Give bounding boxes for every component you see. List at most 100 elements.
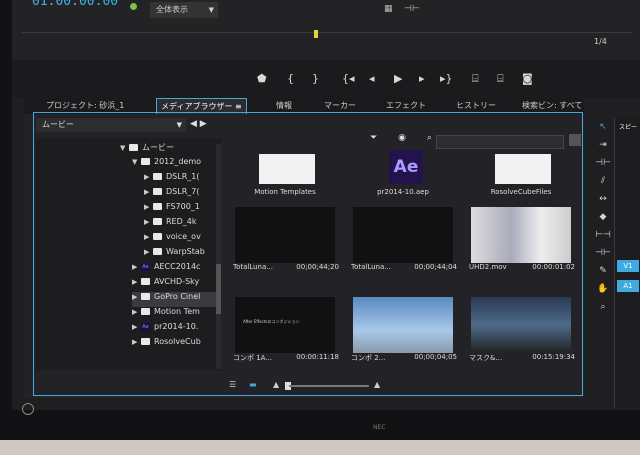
collapse-triangle-icon[interactable]: ▶ — [132, 293, 141, 301]
step-back-icon[interactable]: ◂ — [369, 72, 375, 85]
add-marker-icon[interactable]: ⬟ — [257, 72, 267, 85]
collapse-triangle-icon[interactable]: ▶ — [132, 263, 141, 271]
media-item[interactable]: TotalLuna... 00;00;44;20 — [229, 203, 341, 276]
razor-icon[interactable]: ◆ — [592, 210, 614, 224]
page-indicator[interactable]: 1/4 — [594, 37, 607, 46]
mark-in-icon[interactable]: { — [287, 72, 294, 85]
track-a1[interactable]: A1 — [617, 280, 639, 292]
ripple-edit-icon[interactable]: ⊣⊢ — [592, 156, 614, 170]
tree-item-label: GoPro Cinel — [154, 292, 201, 301]
expand-triangle-icon[interactable]: ▼ — [120, 144, 129, 152]
location-select[interactable]: ムービー ▼ — [36, 118, 186, 132]
tree-item[interactable]: ▼ ムービー — [120, 142, 174, 157]
film-icon[interactable]: ▦ — [384, 4, 393, 14]
forward-arrow-icon[interactable]: ▶ — [200, 119, 207, 129]
go-to-in-icon[interactable]: {◂ — [342, 72, 355, 85]
tab-info[interactable]: 情報 — [276, 100, 292, 111]
collapse-triangle-icon[interactable]: ▶ — [132, 323, 141, 331]
eye-icon[interactable]: ◉ — [398, 133, 406, 143]
zoom-slider[interactable] — [289, 385, 369, 387]
pen-icon[interactable]: ✎ — [592, 264, 614, 278]
tree-item[interactable]: ▶ WarpStab — [144, 247, 205, 262]
trim-icon[interactable]: ⊣⊢ — [404, 4, 420, 14]
tree-item[interactable]: ▶ Ae pr2014-10. — [132, 322, 198, 337]
collapse-triangle-icon[interactable]: ▶ — [144, 173, 153, 181]
tab-history[interactable]: ヒストリー — [456, 100, 496, 111]
search-icon[interactable]: ⌕ — [427, 133, 432, 143]
list-view-icon[interactable]: ☰ — [229, 380, 236, 389]
media-item[interactable]: マスク&... 00:15:19:34 — [465, 293, 577, 366]
media-item[interactable]: TotalLuna... 00;00;44;04 — [347, 203, 459, 276]
slide-icon[interactable]: ⊣⊢ — [592, 246, 614, 260]
folder-icon — [153, 233, 162, 240]
collapse-triangle-icon[interactable]: ▶ — [144, 248, 153, 256]
tree-item[interactable]: ▼ 2012_demo — [132, 157, 201, 172]
zoom-icon[interactable]: ⌕ — [592, 300, 614, 314]
collapse-triangle-icon[interactable]: ▶ — [132, 278, 141, 286]
lift-icon[interactable]: ⌸ — [472, 72, 479, 86]
tree-item[interactable]: ▶ AVCHD-Sky — [132, 277, 199, 292]
timecode[interactable]: 01:00:00:00 — [32, 0, 118, 9]
search-input[interactable] — [436, 135, 564, 149]
tree-item[interactable]: ▶ DSLR_7( — [144, 187, 199, 202]
tree-item[interactable]: ▶ DSLR_1( — [144, 172, 199, 187]
camera-icon[interactable]: ◙ — [522, 72, 533, 85]
zoom-in-icon[interactable]: ▲ — [374, 380, 380, 389]
tree-item[interactable]: ▶ voice_ov — [144, 232, 201, 247]
tab-project[interactable]: プロジェクト: 砂浜_1 — [46, 100, 124, 111]
tree-item-selected[interactable]: ▶ GoPro Cinel — [132, 292, 221, 307]
tree-scrollbar[interactable] — [216, 144, 221, 369]
extract-icon[interactable]: ⌸ — [497, 72, 504, 86]
tree-item[interactable]: ▶ Motion Tem — [132, 307, 200, 322]
slip-icon[interactable]: ⊢⊣ — [592, 228, 614, 242]
collapse-triangle-icon[interactable]: ▶ — [132, 338, 141, 346]
collapse-triangle-icon[interactable]: ▶ — [144, 188, 153, 196]
media-item-name: pr2014-10.aep — [377, 188, 429, 196]
expand-triangle-icon[interactable]: ▼ — [132, 158, 141, 166]
step-forward-icon[interactable]: ▸ — [419, 72, 425, 85]
back-arrow-icon[interactable]: ◀ — [190, 119, 197, 129]
filter-tools: ⏷ ◉ ⌕ — [370, 133, 432, 143]
selection-tool-icon[interactable]: ↖ — [592, 120, 614, 134]
history-arrows: ◀ ▶ — [190, 119, 207, 129]
tools-panel: ↖ ⇥ ⊣⊢ ⫽ ↔ ◆ ⊢⊣ ⊣⊢ ✎ ✋ ⌕ — [592, 120, 614, 320]
collapse-triangle-icon[interactable]: ▶ — [144, 233, 153, 241]
scrollbar-thumb[interactable] — [216, 264, 221, 314]
tab-markers[interactable]: マーカー — [324, 100, 356, 111]
collapse-triangle-icon[interactable]: ▶ — [144, 203, 153, 211]
playhead[interactable] — [314, 30, 318, 38]
collapse-triangle-icon[interactable]: ▶ — [132, 308, 141, 316]
track-v1[interactable]: V1 — [617, 260, 639, 272]
filter-icon[interactable]: ⏷ — [370, 133, 377, 143]
tab-effects[interactable]: エフェクト — [386, 100, 426, 111]
rate-stretch-icon[interactable]: ↔ — [592, 192, 614, 206]
hamburger-icon[interactable]: ≡ — [235, 102, 242, 111]
folder-tree: ▼ ムービー ▼ 2012_demo ▶ DSLR_1( ▶ DSLR_7( ▶ FS70… — [36, 138, 221, 370]
folder-icon — [141, 338, 150, 345]
ingest-icon[interactable] — [569, 134, 581, 146]
zoom-select[interactable]: 全体表示 ▼ — [150, 2, 218, 18]
clip-thumbnail — [353, 297, 453, 353]
tab-search-bin[interactable]: 検索ビン: すべて — [522, 100, 582, 111]
media-item[interactable]: After Effectsのコンポジション コンポ 1A... 00:00:11:… — [229, 293, 341, 366]
collapse-triangle-icon[interactable]: ▶ — [144, 218, 153, 226]
hand-icon[interactable]: ✋ — [592, 282, 614, 296]
tree-item[interactable]: ▶ FS700_1 — [144, 202, 200, 217]
media-item[interactable]: UHD2.mov 00:00:01:02 — [465, 203, 577, 276]
folder-icon — [153, 218, 162, 225]
tree-item[interactable]: ▶ RED_4k — [144, 217, 197, 232]
track-select-icon[interactable]: ⇥ — [592, 138, 614, 152]
media-item-name: RosolveCubeFiles — [490, 188, 552, 196]
tree-item[interactable]: ▶ RosolveCub — [132, 337, 201, 352]
mark-out-icon[interactable]: } — [312, 72, 319, 85]
wall — [0, 440, 640, 455]
go-to-out-icon[interactable]: ▸} — [440, 72, 453, 85]
timeline-tab[interactable]: スピー — [617, 122, 639, 134]
zoom-out-icon[interactable]: ▲ — [273, 380, 279, 389]
icon-view-icon[interactable]: ▬ — [249, 380, 257, 389]
play-icon[interactable]: ▶ — [394, 72, 402, 85]
time-ruler[interactable] — [22, 32, 632, 45]
media-item[interactable]: コンポ 2... 00;00;04;05 — [347, 293, 459, 366]
rolling-edit-icon[interactable]: ⫽ — [592, 174, 614, 188]
tree-item[interactable]: ▶ Ae AECC2014c — [132, 262, 200, 277]
